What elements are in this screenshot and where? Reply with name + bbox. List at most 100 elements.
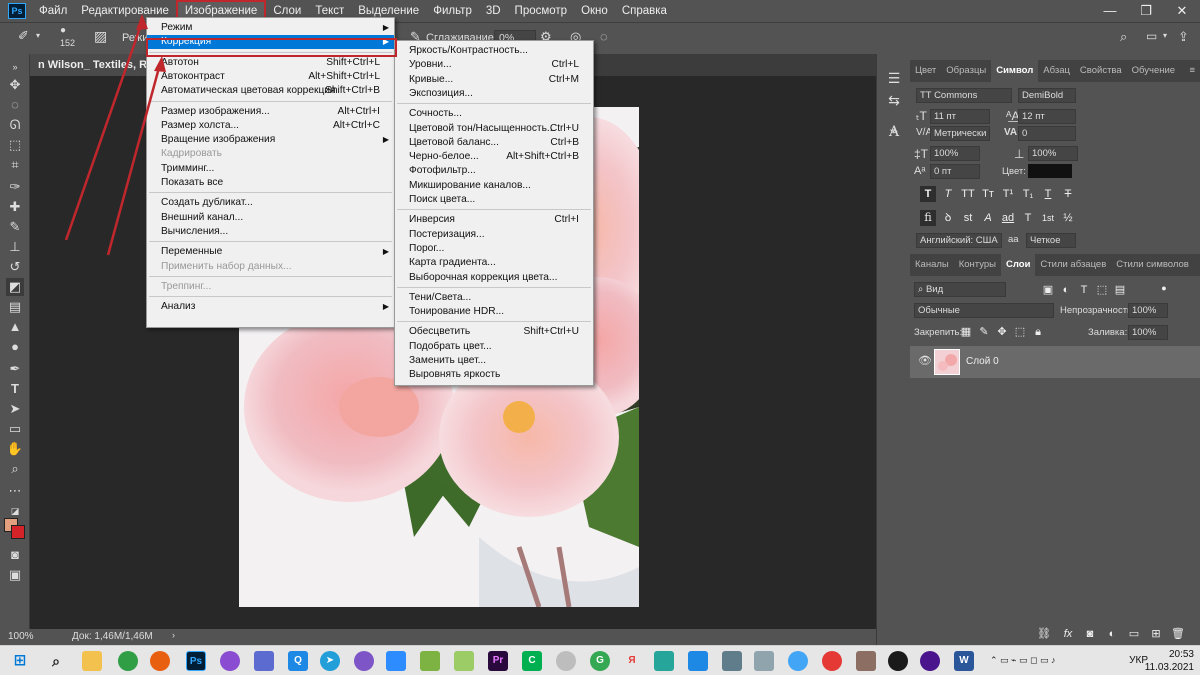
maximize-button[interactable]: ❐ bbox=[1128, 0, 1164, 22]
leading-input[interactable]: 12 пт bbox=[1018, 109, 1076, 124]
fractions-button[interactable]: ½ bbox=[1060, 210, 1076, 226]
swash-button[interactable]: A bbox=[980, 210, 996, 226]
baseline-shift-input[interactable]: 0 пт bbox=[930, 164, 980, 179]
browser-icon[interactable] bbox=[220, 651, 240, 671]
app-icon-2[interactable]: Q bbox=[288, 651, 308, 671]
app-icon-8[interactable] bbox=[654, 651, 674, 671]
contextual-alternates-button[interactable]: T bbox=[1020, 210, 1036, 226]
layer-filter-select[interactable]: ⌕ Вид bbox=[914, 282, 1006, 297]
hand-tool-icon[interactable]: ✋ bbox=[6, 440, 24, 458]
adjustment-menu-item[interactable]: Тени/Света... bbox=[395, 291, 593, 305]
text-color-swatch[interactable] bbox=[1028, 164, 1072, 178]
lock-position-icon[interactable]: ✥ bbox=[994, 324, 1010, 340]
ordinals-button[interactable]: 1st bbox=[1040, 210, 1056, 226]
faux-bold-button[interactable]: T bbox=[920, 186, 936, 202]
menu-3d[interactable]: 3D bbox=[479, 0, 508, 22]
adjustment-menu-item[interactable]: Фотофильтр... bbox=[395, 164, 593, 178]
app-icon-1[interactable] bbox=[254, 651, 274, 671]
tab-paragraph-styles[interactable]: Стили абзацев bbox=[1035, 254, 1111, 276]
viber-icon[interactable] bbox=[354, 651, 374, 671]
sync-icon[interactable] bbox=[788, 651, 808, 671]
blend-mode-select[interactable]: Обычные bbox=[914, 303, 1054, 318]
search-icon[interactable]: ⌕ bbox=[1120, 29, 1127, 45]
new-group-icon[interactable]: ▭ bbox=[1126, 626, 1142, 642]
antialias-select[interactable]: Четкое bbox=[1026, 233, 1076, 248]
adjustment-menu-item[interactable]: Уровни... Ctrl+L bbox=[395, 58, 593, 72]
adjustment-menu-item[interactable]: Черно-белое... Alt+Shift+Ctrl+B bbox=[395, 150, 593, 164]
adjustment-menu-item[interactable]: Поиск цвета... bbox=[395, 193, 593, 207]
trash-icon[interactable]: 🗑︎ bbox=[1170, 626, 1186, 642]
faux-italic-button[interactable]: T bbox=[940, 186, 956, 202]
all-caps-button[interactable]: TT bbox=[960, 186, 976, 202]
more-tools-icon[interactable]: ⋯ bbox=[6, 482, 24, 500]
app-icon-7[interactable]: G bbox=[590, 651, 610, 671]
minimize-button[interactable]: — bbox=[1092, 0, 1128, 22]
app-icon-11[interactable] bbox=[856, 651, 876, 671]
font-family-select[interactable]: TT Commons bbox=[916, 88, 1012, 103]
adjustment-menu-item[interactable]: Заменить цвет... bbox=[395, 354, 593, 368]
app-icon-6[interactable] bbox=[556, 651, 576, 671]
workspace-icon[interactable]: ▭ bbox=[1146, 29, 1157, 43]
fill-input[interactable]: 100% bbox=[1128, 325, 1168, 340]
stylistic-alternates-button[interactable]: st bbox=[960, 210, 976, 226]
adjustment-menu-item[interactable]: Кривые... Ctrl+M bbox=[395, 73, 593, 87]
yandex-icon[interactable]: Я bbox=[622, 651, 642, 671]
menu-view[interactable]: Просмотр bbox=[508, 0, 575, 22]
app-icon-3[interactable] bbox=[420, 651, 440, 671]
lock-artboard-icon[interactable]: ⬚ bbox=[1012, 324, 1028, 340]
system-clock[interactable]: 20:53 11.03.2021 bbox=[1145, 648, 1194, 674]
image-menu-item[interactable]: Анализ ▶ bbox=[147, 300, 394, 314]
calculator-icon[interactable] bbox=[722, 651, 742, 671]
adjustment-menu-item[interactable]: Выборочная коррекция цвета... bbox=[395, 271, 593, 285]
screen-mode-icon[interactable]: ▣ bbox=[6, 566, 24, 584]
font-style-select[interactable]: DemiBold bbox=[1018, 88, 1076, 103]
tab-paths[interactable]: Контуры bbox=[954, 254, 1001, 276]
adjustment-menu-item[interactable]: Экспозиция... bbox=[395, 87, 593, 101]
filter-smart-object-icon[interactable]: ▤ bbox=[1112, 282, 1128, 298]
adjustment-menu-item[interactable]: Выровнять яркость bbox=[395, 368, 593, 382]
gradient-tool-icon[interactable]: ▤ bbox=[6, 298, 24, 316]
app-icon-13[interactable] bbox=[920, 651, 940, 671]
strikethrough-button[interactable]: T bbox=[1060, 186, 1076, 202]
adjustment-menu-item[interactable]: Сочность... bbox=[395, 107, 593, 121]
zoom-level[interactable]: 100% bbox=[8, 631, 34, 642]
rectangle-tool-icon[interactable]: ▭ bbox=[6, 420, 24, 438]
quick-mask-icon[interactable]: ◙ bbox=[6, 546, 24, 564]
path-select-tool-icon[interactable]: ➤ bbox=[6, 400, 24, 418]
telegram-icon[interactable]: ➤ bbox=[320, 651, 340, 671]
photoshop-taskbar-icon[interactable]: Ps bbox=[186, 651, 206, 671]
superscript-button[interactable]: T¹ bbox=[1000, 186, 1016, 202]
lock-image-icon[interactable]: ✎ bbox=[976, 324, 992, 340]
filter-type-icon[interactable]: T bbox=[1076, 282, 1092, 298]
tab-properties[interactable]: Свойства bbox=[1075, 60, 1127, 82]
tab-character-styles[interactable]: Стили символов bbox=[1111, 254, 1194, 276]
adjustment-menu-item[interactable]: Подобрать цвет... bbox=[395, 340, 593, 354]
menu-help[interactable]: Справка bbox=[615, 0, 674, 22]
app-icon-5[interactable]: C bbox=[522, 651, 542, 671]
adjustment-menu-item[interactable]: Яркость/Контрастность... bbox=[395, 44, 593, 58]
adjustment-menu-item[interactable]: Порог... bbox=[395, 242, 593, 256]
lock-all-icon[interactable]: 🔒︎ bbox=[1030, 324, 1046, 340]
adjustment-menu-item[interactable]: Тонирование HDR... bbox=[395, 305, 593, 319]
word-icon[interactable]: W bbox=[954, 651, 974, 671]
zoom-tool-icon[interactable]: ⌕ bbox=[6, 460, 24, 478]
adjustment-menu-item[interactable]: Цветовой тон/Насыщенность... Ctrl+U bbox=[395, 122, 593, 136]
history-panel-icon[interactable]: ☰ bbox=[885, 70, 903, 88]
pen-tool-icon[interactable]: ✒ bbox=[6, 360, 24, 378]
adjustment-menu-item[interactable]: Цветовой баланс... Ctrl+B bbox=[395, 136, 593, 150]
pressure-size-icon[interactable]: ◌ bbox=[600, 29, 608, 44]
adjustment-menu-item[interactable]: Карта градиента... bbox=[395, 256, 593, 270]
tracking-input[interactable]: 0 bbox=[1018, 126, 1076, 141]
layer-mask-icon[interactable]: ◙ bbox=[1082, 626, 1098, 642]
filter-pixel-icon[interactable]: ▣ bbox=[1040, 282, 1056, 298]
titling-alternates-button[interactable]: ad bbox=[1000, 210, 1016, 226]
app-icon-12[interactable] bbox=[888, 651, 908, 671]
horizontal-scale-input[interactable]: 100% bbox=[1028, 146, 1078, 161]
panel-menu-icon[interactable]: ≡ bbox=[1184, 60, 1200, 82]
lock-transparent-icon[interactable]: ▦ bbox=[958, 324, 974, 340]
menu-window[interactable]: Окно bbox=[574, 0, 615, 22]
dodge-tool-icon[interactable]: ● bbox=[6, 338, 24, 356]
tab-layers[interactable]: Слои bbox=[1001, 254, 1036, 276]
small-caps-button[interactable]: Tт bbox=[980, 186, 996, 202]
link-layers-icon[interactable]: ⛓ bbox=[1036, 626, 1052, 642]
